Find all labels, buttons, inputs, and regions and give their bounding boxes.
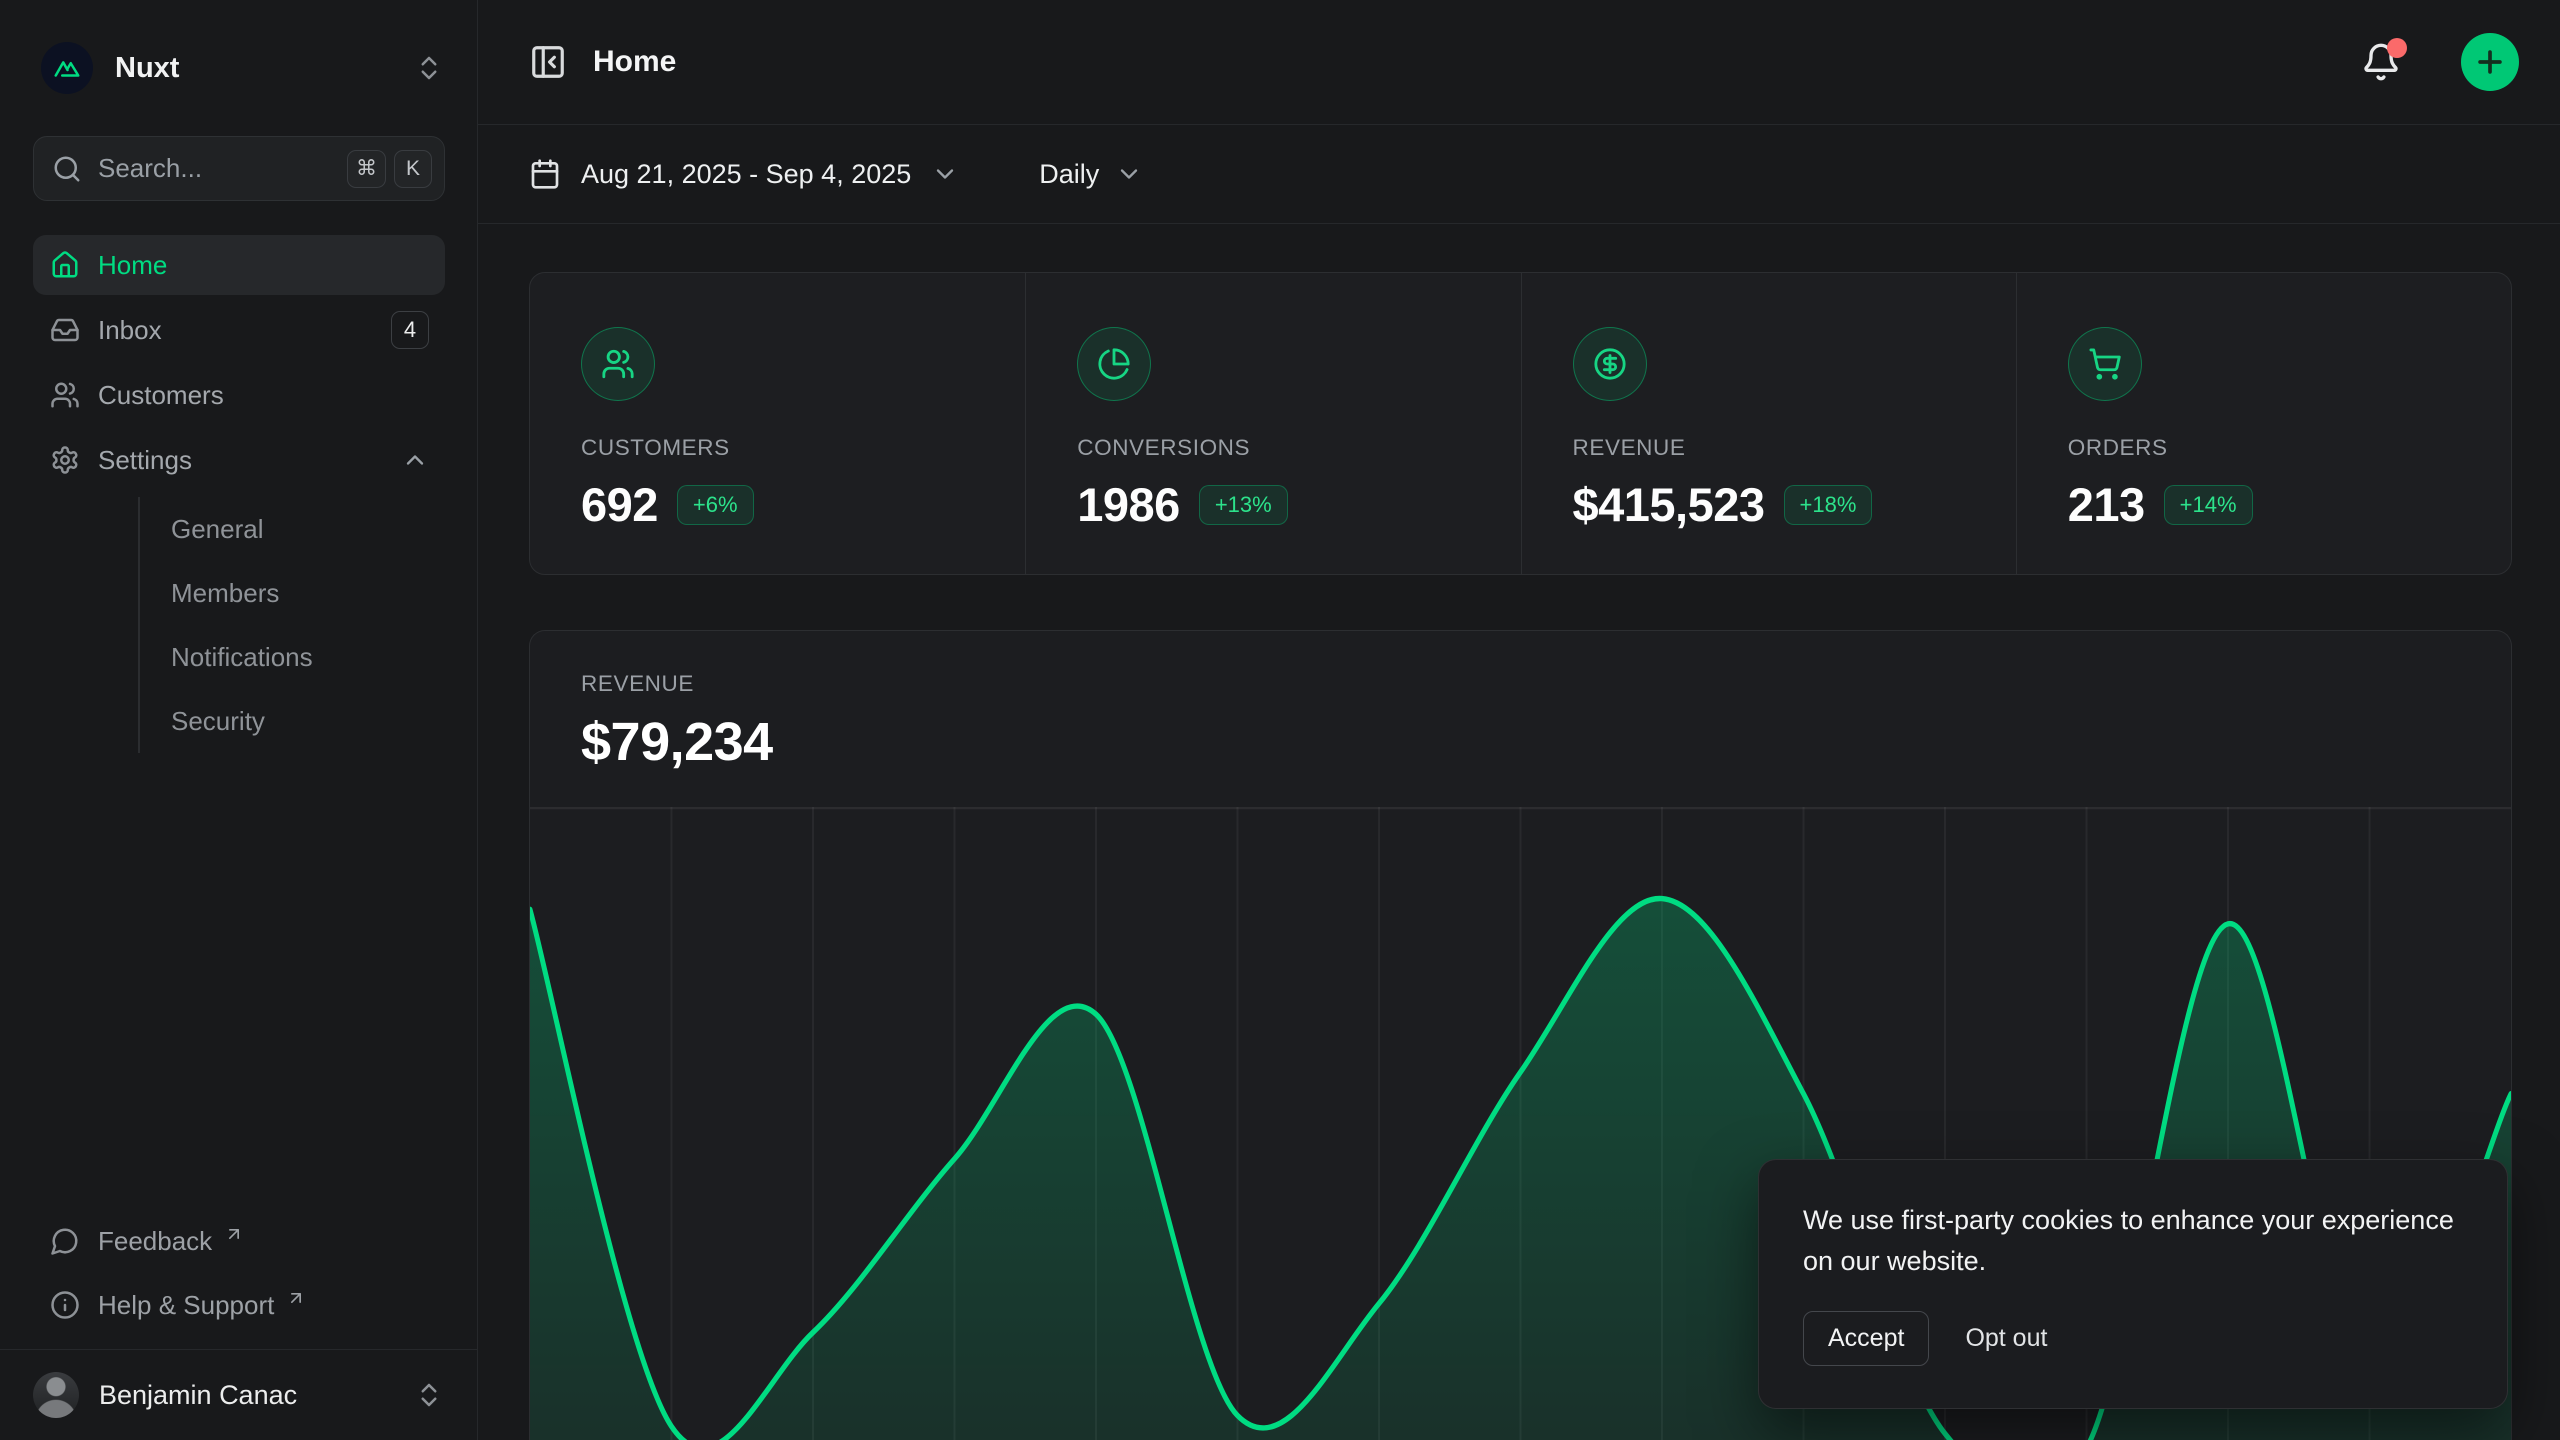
sub-item-label: General — [171, 514, 264, 545]
inbox-icon — [50, 315, 80, 345]
add-button[interactable] — [2461, 33, 2519, 91]
date-range-label: Aug 21, 2025 - Sep 4, 2025 — [581, 159, 911, 190]
sub-item-label: Notifications — [171, 642, 313, 673]
stat-card-conversions[interactable]: CONVERSIONS 1986 +13% — [1025, 273, 1520, 574]
stat-delta-badge: +14% — [2164, 485, 2253, 525]
cart-icon — [2068, 327, 2142, 401]
home-icon — [50, 250, 80, 280]
message-bubble-icon — [50, 1226, 80, 1256]
workspace-name: Nuxt — [115, 52, 392, 85]
cookie-banner: We use first-party cookies to enhance yo… — [1758, 1159, 2508, 1409]
chevrons-up-down-icon — [414, 1380, 444, 1410]
main-area: Home Aug 21, 2025 - Sep 4, 2025 — [478, 0, 2560, 1440]
sidebar-item-notifications[interactable]: Notifications — [171, 625, 413, 689]
search-input[interactable]: Search... ⌘ K — [33, 136, 445, 201]
sidebar-item-settings[interactable]: Settings — [33, 430, 445, 490]
user-menu[interactable]: Benjamin Canac — [0, 1350, 477, 1440]
stat-value: 692 — [581, 477, 658, 532]
notification-dot — [2387, 38, 2407, 58]
collapse-sidebar-icon[interactable] — [529, 43, 567, 81]
optout-cookies-button[interactable]: Opt out — [1965, 1312, 2047, 1365]
kbd-k: K — [394, 150, 432, 188]
sub-item-label: Security — [171, 706, 265, 737]
pie-chart-icon — [1077, 327, 1151, 401]
external-link-icon — [286, 1288, 306, 1308]
cookie-message: We use first-party cookies to enhance yo… — [1803, 1200, 2463, 1281]
chevron-down-icon — [931, 160, 959, 188]
help-support-label: Help & Support — [98, 1290, 274, 1321]
sidebar-item-members[interactable]: Members — [171, 561, 413, 625]
stat-card-revenue[interactable]: REVENUE $415,523 +18% — [1521, 273, 2016, 574]
chevron-down-icon — [1115, 160, 1143, 188]
sidebar-item-home[interactable]: Home — [33, 235, 445, 295]
sidebar-item-security[interactable]: Security — [171, 689, 413, 753]
sidebar-footer: Feedback Help & Support — [0, 1211, 477, 1349]
feedback-link[interactable]: Feedback — [33, 1211, 445, 1271]
sidebar-item-label: Settings — [98, 445, 383, 476]
granularity-select[interactable]: Daily — [1039, 159, 1143, 190]
sidebar-item-inbox[interactable]: Inbox 4 — [33, 300, 445, 360]
stat-delta-badge: +6% — [677, 485, 754, 525]
feedback-label: Feedback — [98, 1226, 212, 1257]
search-kbd-shortcut: ⌘ K — [347, 150, 432, 188]
settings-subnav: General Members Notifications Security — [138, 497, 413, 753]
sidebar-item-label: Inbox — [98, 315, 373, 346]
kbd-meta: ⌘ — [347, 150, 386, 188]
stat-delta-badge: +18% — [1784, 485, 1873, 525]
sidebar: Nuxt Search... ⌘ K Home — [0, 0, 478, 1440]
search-placeholder: Search... — [98, 153, 331, 184]
sidebar-item-label: Home — [98, 250, 429, 281]
sidebar-item-customers[interactable]: Customers — [33, 365, 445, 425]
inbox-count-badge: 4 — [391, 311, 429, 349]
stat-label: REVENUE — [1573, 435, 2016, 461]
stat-label: CONVERSIONS — [1077, 435, 1520, 461]
revenue-chart-header: REVENUE $79,234 — [530, 631, 2511, 807]
stat-delta-badge: +13% — [1199, 485, 1288, 525]
stat-label: ORDERS — [2068, 435, 2511, 461]
filter-bar: Aug 21, 2025 - Sep 4, 2025 Daily — [478, 125, 2560, 224]
chevron-up-icon — [401, 446, 429, 474]
info-icon — [50, 1290, 80, 1320]
stat-card-orders[interactable]: ORDERS 213 +14% — [2016, 273, 2511, 574]
granularity-label: Daily — [1039, 159, 1099, 190]
date-range-picker[interactable]: Aug 21, 2025 - Sep 4, 2025 — [529, 158, 959, 190]
stat-cards: CUSTOMERS 692 +6% CONVERSIONS 1986 +13% — [529, 272, 2512, 575]
stat-card-customers[interactable]: CUSTOMERS 692 +6% — [530, 273, 1025, 574]
revenue-chart-label: REVENUE — [581, 671, 2460, 697]
chevrons-up-down-icon — [414, 53, 444, 83]
external-link-icon — [224, 1224, 244, 1244]
sidebar-spacer — [0, 753, 477, 1211]
avatar — [33, 1372, 79, 1418]
nuxt-logo-icon — [41, 42, 93, 94]
stat-label: CUSTOMERS — [581, 435, 1025, 461]
search-icon — [52, 154, 82, 184]
stat-value: 1986 — [1077, 477, 1180, 532]
users-icon — [50, 380, 80, 410]
calendar-icon — [529, 158, 561, 190]
topbar: Home — [478, 0, 2560, 125]
page-title: Home — [593, 45, 2335, 79]
users-icon — [581, 327, 655, 401]
accept-cookies-button[interactable]: Accept — [1803, 1311, 1929, 1366]
plus-icon — [2473, 45, 2507, 79]
sidebar-item-label: Customers — [98, 380, 429, 411]
revenue-chart-value: $79,234 — [581, 711, 2460, 773]
sub-item-label: Members — [171, 578, 279, 609]
dollar-circle-icon — [1573, 327, 1647, 401]
notifications-button[interactable] — [2361, 42, 2401, 82]
help-support-link[interactable]: Help & Support — [33, 1275, 445, 1335]
sidebar-nav: Home Inbox 4 Customers — [33, 235, 445, 753]
workspace-switcher[interactable]: Nuxt — [0, 0, 477, 96]
user-name: Benjamin Canac — [99, 1380, 394, 1411]
stat-value: $415,523 — [1573, 477, 1765, 532]
gear-icon — [50, 445, 80, 475]
sidebar-item-general[interactable]: General — [171, 497, 413, 561]
stat-value: 213 — [2068, 477, 2145, 532]
